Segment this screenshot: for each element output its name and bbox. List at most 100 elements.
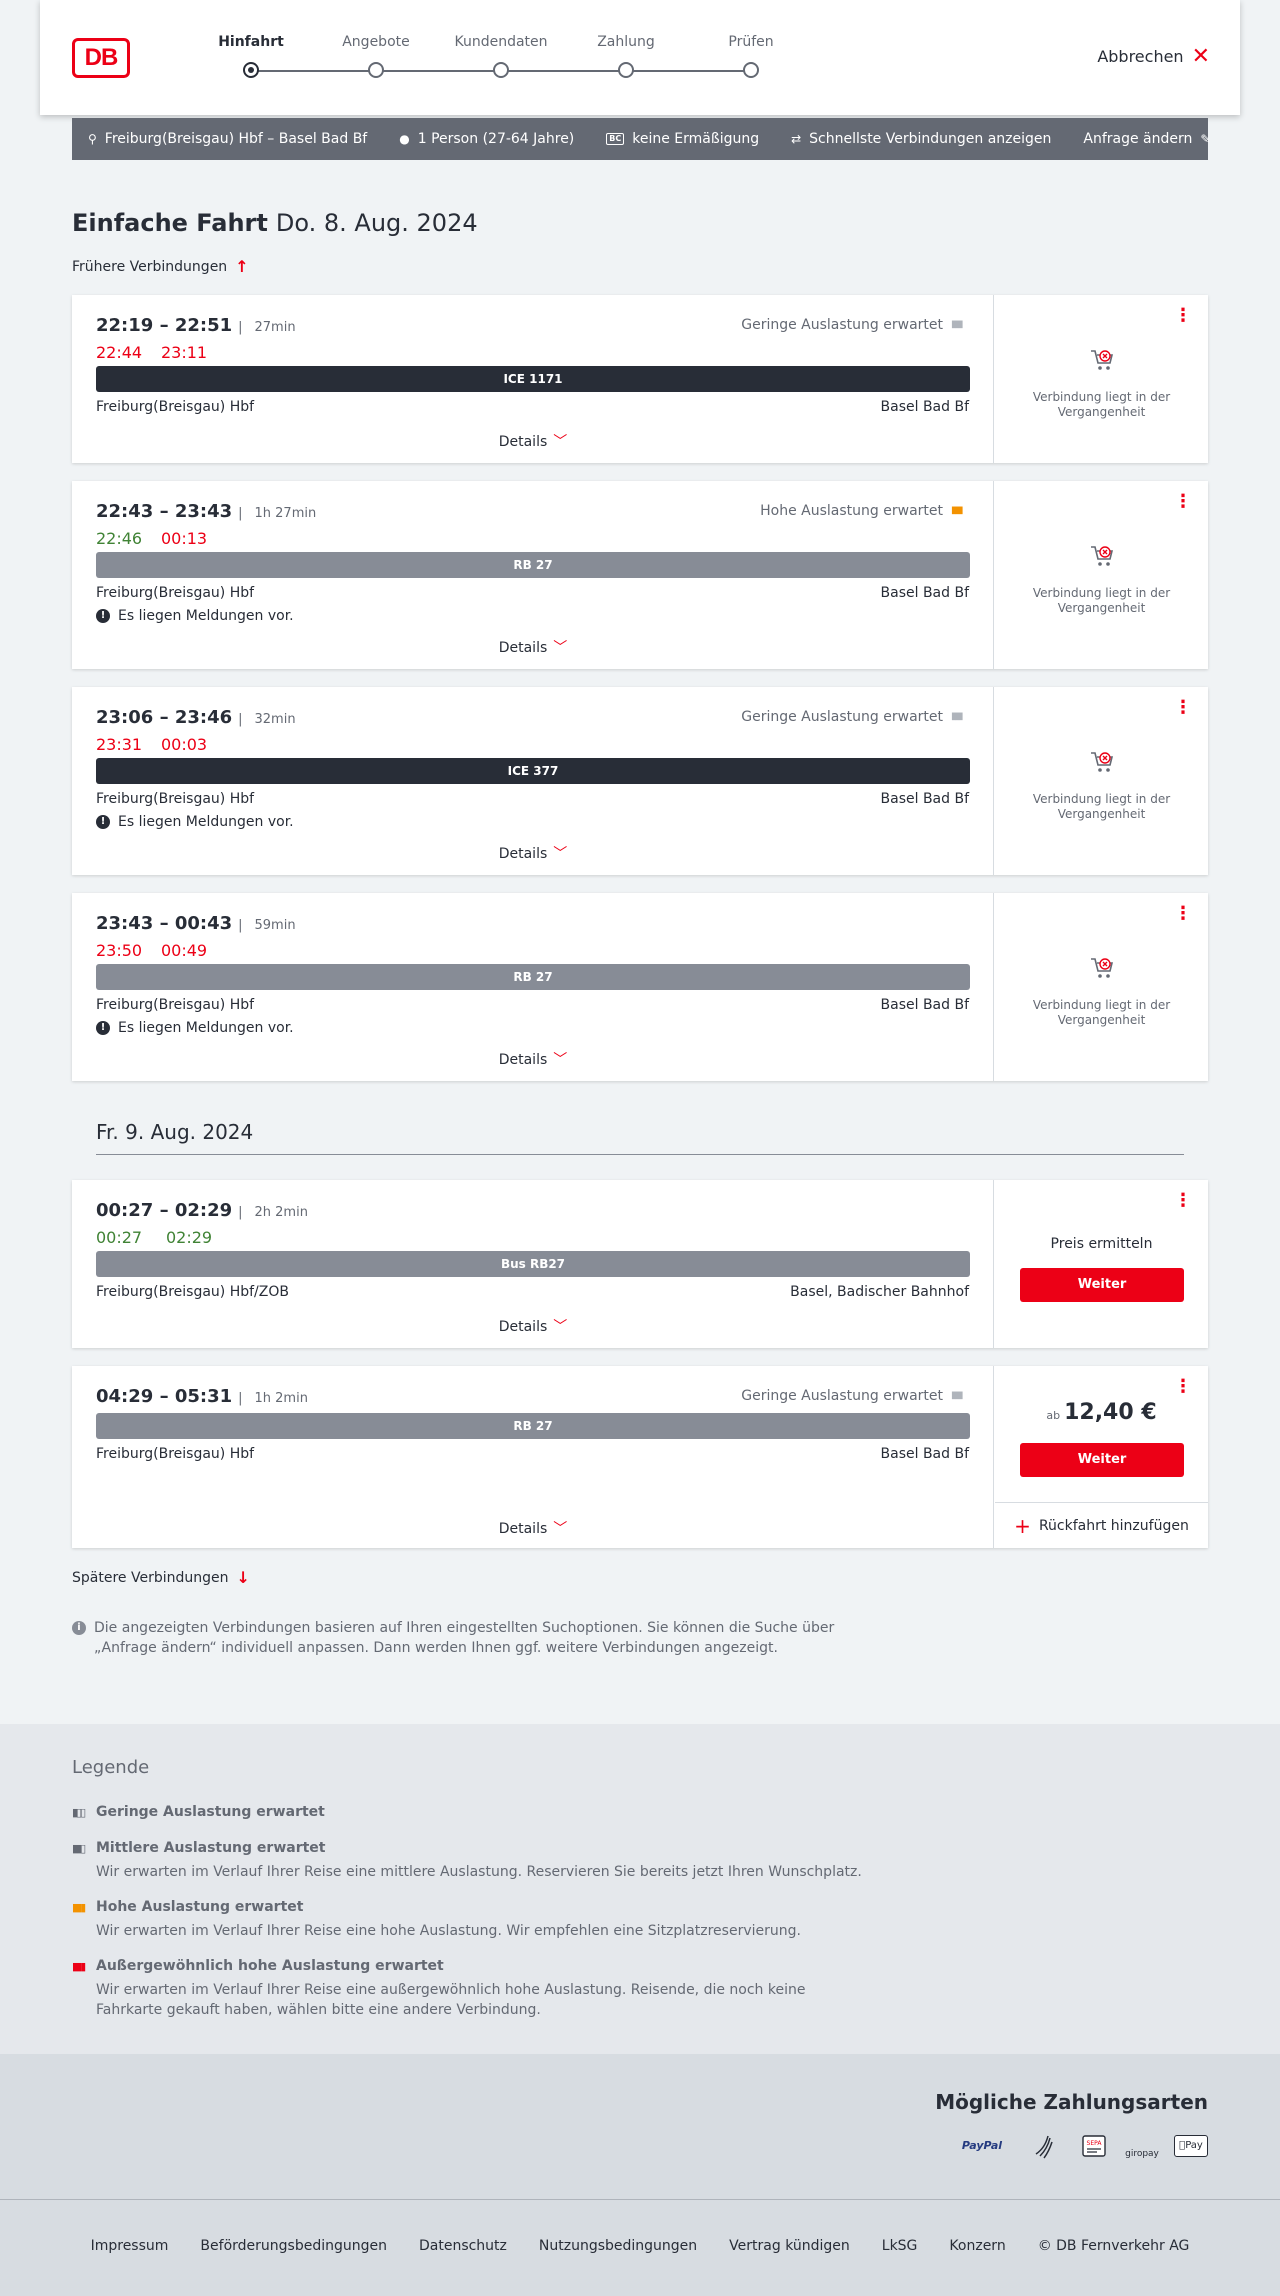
legend-item-text: Wir erwarten im Verlauf Ihrer Reise eine… bbox=[96, 1923, 801, 1939]
legend-title-text: Außergewöhnlich hohe Auslastung erwartet bbox=[96, 1958, 444, 1974]
earlier-connections-link[interactable]: Frühere Verbindungen ↑ bbox=[72, 257, 249, 276]
step-label: Kundendaten bbox=[454, 34, 548, 50]
medium-occupancy-icon: ▮▮▯ bbox=[72, 1842, 86, 1855]
arrival-station: Basel Bad Bf bbox=[880, 1446, 969, 1462]
page-title: Einfache Fahrt Do. 8. Aug. 2024 bbox=[72, 209, 478, 237]
continue-button[interactable]: Weiter bbox=[1020, 1443, 1184, 1477]
add-return-button[interactable]: + Rückfahrt hinzufügen bbox=[995, 1502, 1208, 1548]
train-bar[interactable]: RB 27 bbox=[96, 964, 970, 990]
more-options-icon[interactable]: ⋮ bbox=[1174, 699, 1192, 717]
notice[interactable]: ! Es liegen Meldungen vor. bbox=[96, 1020, 294, 1036]
details-label: Details bbox=[498, 640, 548, 656]
price: ab 12,40 € bbox=[995, 1400, 1208, 1425]
train-bar[interactable]: RB 27 bbox=[96, 552, 970, 578]
step-label: Prüfen bbox=[728, 34, 774, 50]
step-angebote: Angebote bbox=[326, 34, 426, 78]
train-bar[interactable]: ICE 377 bbox=[96, 758, 970, 784]
realtime-departure: 23:31 bbox=[96, 735, 143, 754]
train-bar[interactable]: RB 27 bbox=[96, 1413, 970, 1439]
header: DB Hinfahrt Angebote Kundendaten Zahlung… bbox=[40, 0, 1240, 115]
connection-card[interactable]: 23:06 – 23:46 32min 23:31 00:03 Geringe A… bbox=[72, 687, 1208, 875]
train-bar[interactable]: Bus RB27 bbox=[96, 1251, 970, 1277]
more-options-icon[interactable]: ⋮ bbox=[1174, 1378, 1192, 1396]
occupancy: Hohe Auslastung erwartet ▮▮▮ bbox=[760, 503, 969, 519]
legend-item-text: Wir erwarten im Verlauf Ihrer Reise eine… bbox=[96, 1982, 806, 2018]
connection-main: 22:19 – 22:51 27min 22:44 23:11 Geringe A… bbox=[72, 295, 994, 463]
connection-card[interactable]: 04:29 – 05:31 1h 2min Geringe Auslastung … bbox=[72, 1366, 1208, 1548]
progress-steps: Hinfahrt Angebote Kundendaten Zahlung Pr… bbox=[210, 34, 774, 84]
step-label: Zahlung bbox=[597, 34, 655, 50]
add-return-label: Rückfahrt hinzufügen bbox=[1038, 1517, 1189, 1534]
connection-card[interactable]: 23:43 – 00:43 59min 23:50 00:49 RB 27 Fre… bbox=[72, 893, 1208, 1081]
past-connection-text: Verbindung liegt in der Vergangenheit bbox=[1032, 586, 1171, 615]
details-toggle[interactable]: Details ﹀ bbox=[72, 637, 994, 657]
time-range: 23:43 – 00:43 bbox=[96, 913, 233, 934]
continue-button[interactable]: Weiter bbox=[1020, 1268, 1184, 1302]
train-bar[interactable]: ICE 1171 bbox=[96, 366, 970, 392]
cancel-button[interactable]: Abbrechen ✕ bbox=[1097, 45, 1210, 67]
connection-card[interactable]: 00:27 – 02:29 2h 2min 00:27 02:29 Bus RB2… bbox=[72, 1180, 1208, 1348]
later-connections-link[interactable]: Spätere Verbindungen ↓ bbox=[72, 1568, 250, 1587]
notice[interactable]: ! Es liegen Meldungen vor. bbox=[96, 608, 294, 624]
details-toggle[interactable]: Details ﹀ bbox=[72, 843, 994, 863]
footer-link-impressum[interactable]: Impressum bbox=[91, 2238, 169, 2254]
more-options-icon[interactable]: ⋮ bbox=[1174, 493, 1192, 511]
footer-link-kuendigen[interactable]: Vertrag kündigen bbox=[729, 2238, 850, 2254]
details-toggle[interactable]: Details ﹀ bbox=[72, 1316, 994, 1336]
high-occupancy-icon: ▮▮▮ bbox=[72, 1901, 86, 1914]
change-request-button[interactable]: Anfrage ändern ✎ bbox=[1083, 131, 1210, 147]
details-toggle[interactable]: Details ﹀ bbox=[72, 1518, 994, 1538]
cancel-label: Abbrechen bbox=[1097, 47, 1184, 66]
date-separator: Fr. 9. Aug. 2024 bbox=[96, 1120, 1184, 1155]
more-options-icon[interactable]: ⋮ bbox=[1174, 307, 1192, 325]
legend-title-text: Geringe Auslastung erwartet bbox=[96, 1804, 325, 1820]
departure-station: Freiburg(Breisgau) Hbf bbox=[96, 997, 255, 1013]
discount-text: keine Ermäßigung bbox=[632, 131, 760, 147]
connection-main: 00:27 – 02:29 2h 2min 00:27 02:29 Bus RB2… bbox=[72, 1180, 994, 1348]
apple-pay-icon: Pay bbox=[1174, 2135, 1208, 2157]
info-note: i Die angezeigten Verbindungen basieren a… bbox=[72, 1618, 872, 1658]
realtime-arrival: 00:13 bbox=[161, 529, 208, 548]
footer-link-lksg[interactable]: LkSG bbox=[882, 2238, 918, 2254]
more-options-icon[interactable]: ⋮ bbox=[1174, 1192, 1192, 1210]
offer-panel: ⋮ Preis ermitteln Weiter bbox=[995, 1180, 1208, 1348]
connection-card[interactable]: 22:19 – 22:51 27min 22:44 23:11 Geringe A… bbox=[72, 295, 1208, 463]
footer-link-befoerderung[interactable]: Beförderungsbedingungen bbox=[200, 2238, 387, 2254]
details-label: Details bbox=[498, 1521, 548, 1537]
connection-main: 23:06 – 23:46 32min 23:31 00:03 Geringe A… bbox=[72, 687, 994, 875]
footer-link-datenschutz[interactable]: Datenschutz bbox=[419, 2238, 507, 2254]
details-toggle[interactable]: Details ﹀ bbox=[72, 431, 994, 451]
connection-card[interactable]: 22:43 – 23:43 1h 27min 22:46 00:13 Hohe A… bbox=[72, 481, 1208, 669]
step-dot bbox=[618, 62, 634, 78]
footer-link-nutzung[interactable]: Nutzungsbedingungen bbox=[539, 2238, 697, 2254]
footer-link-konzern[interactable]: Konzern bbox=[949, 2238, 1005, 2254]
change-label: Anfrage ändern bbox=[1083, 131, 1193, 147]
paypal-icon: PayPal bbox=[961, 2139, 1003, 2152]
more-options-icon[interactable]: ⋮ bbox=[1174, 905, 1192, 923]
step-dot bbox=[368, 62, 384, 78]
persons-text: 1 Person (27-64 Jahre) bbox=[417, 131, 575, 147]
time-range: 22:19 – 22:51 bbox=[96, 315, 233, 336]
location-pin-icon: ⚲ bbox=[88, 132, 97, 146]
past-connection-text: Verbindung liegt in der Vergangenheit bbox=[1032, 390, 1171, 419]
connection-main: 04:29 – 05:31 1h 2min Geringe Auslastung … bbox=[72, 1366, 994, 1548]
departure-station: Freiburg(Breisgau) Hbf bbox=[96, 1446, 255, 1462]
details-toggle[interactable]: Details ﹀ bbox=[72, 1049, 994, 1069]
details-label: Details bbox=[498, 1319, 548, 1335]
db-logo[interactable]: DB bbox=[72, 38, 130, 78]
occupancy-text: Geringe Auslastung erwartet bbox=[741, 709, 943, 725]
realtime-departure: 23:50 bbox=[96, 941, 143, 960]
notice[interactable]: ! Es liegen Meldungen vor. bbox=[96, 814, 294, 830]
chevron-down-icon: ﹀ bbox=[553, 1052, 568, 1068]
pencil-icon: ✎ bbox=[1200, 132, 1211, 146]
alert-icon: ! bbox=[96, 815, 110, 829]
duration: 2h 2min bbox=[238, 1205, 308, 1220]
connection-time: 00:27 – 02:29 2h 2min bbox=[96, 1200, 308, 1221]
duration: 32min bbox=[238, 712, 295, 727]
legend-item-title: ▮▮▮ Außergewöhnlich hohe Auslastung erwar… bbox=[72, 1958, 872, 1974]
apple-pay-label: Pay bbox=[1182, 2140, 1203, 2151]
price-prefix: ab bbox=[1046, 1409, 1061, 1422]
cart-unavailable-icon bbox=[1091, 546, 1114, 566]
offer-panel: ⋮ ab 12,40 € Weiter + Rückfahrt hinzufügen bbox=[995, 1366, 1208, 1548]
arrival-station: Basel, Badischer Bahnhof bbox=[790, 1284, 969, 1300]
